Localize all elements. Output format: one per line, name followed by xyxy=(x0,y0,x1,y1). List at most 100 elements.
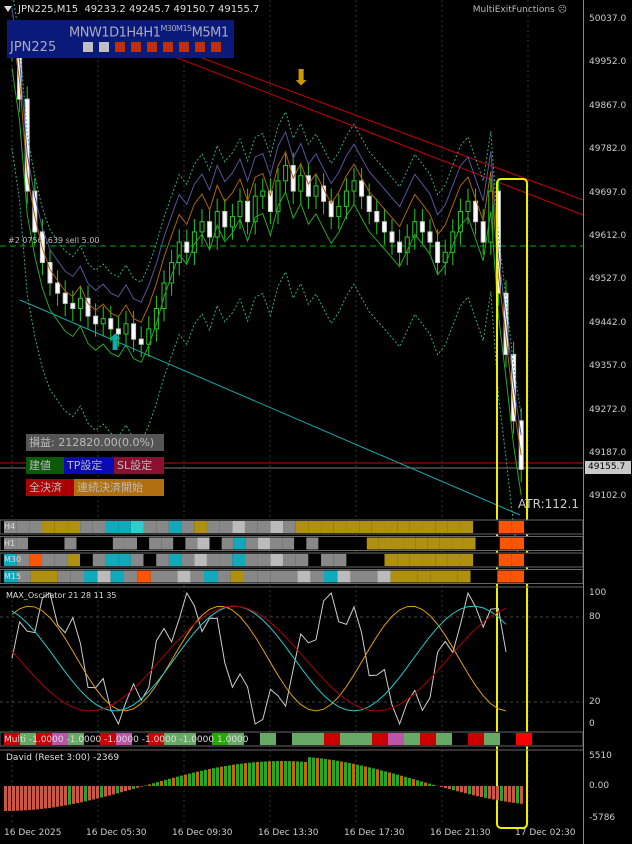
heat-cell xyxy=(80,554,93,566)
heat-cell xyxy=(497,570,511,583)
heat-cell xyxy=(92,521,106,533)
histogram-bar xyxy=(212,768,215,786)
heat-cell xyxy=(270,521,284,533)
continuous-close-button[interactable]: 連続決済開始 xyxy=(74,479,164,496)
heat-cell xyxy=(427,537,440,550)
close-all-button[interactable]: 全決済 xyxy=(26,479,74,496)
multi-cell xyxy=(356,733,372,745)
candle-body xyxy=(465,200,471,212)
heat-cell xyxy=(270,570,284,583)
heat-cell xyxy=(485,521,499,533)
timeframe-panel: JPN225 MNW1D1H4H1M30M15M5M1 xyxy=(7,20,234,58)
heat-cell xyxy=(206,521,220,533)
heat-cell xyxy=(118,554,131,566)
histogram-bar xyxy=(84,786,87,802)
heat-cell xyxy=(206,554,220,566)
heat-cell xyxy=(110,570,124,583)
heat-cell xyxy=(415,537,428,550)
histogram-bar xyxy=(64,786,67,806)
histogram-bar xyxy=(120,786,123,793)
candle-body xyxy=(237,200,243,218)
histogram-bar xyxy=(300,761,303,786)
heat-cell xyxy=(64,537,77,550)
candle-body xyxy=(305,175,311,197)
heat-cell xyxy=(80,521,93,533)
histogram-bar xyxy=(276,761,279,786)
time-label: 16 Dec 05:30 xyxy=(86,828,147,838)
heat-cell xyxy=(168,521,182,533)
heat-cell xyxy=(430,570,444,583)
histogram-bar xyxy=(104,786,107,797)
heat-cell xyxy=(105,554,119,566)
candle-body xyxy=(93,315,99,325)
heat-cell xyxy=(470,570,484,583)
heat-cell xyxy=(137,537,150,550)
heat-cell xyxy=(333,521,347,533)
histogram-bar xyxy=(124,786,127,792)
histogram-bar xyxy=(216,767,219,786)
histogram-bar xyxy=(344,762,347,786)
heat-cell xyxy=(244,521,258,533)
entry-button[interactable]: 建値 xyxy=(26,457,64,474)
heat-cell xyxy=(173,537,186,550)
heat-cell xyxy=(295,521,309,533)
heat-cell xyxy=(295,554,309,566)
candle-body xyxy=(427,231,433,243)
histogram-bar xyxy=(252,762,255,786)
heat-cell xyxy=(435,554,448,566)
histogram-bar xyxy=(280,761,283,786)
time-label: 16 Dec 2025 xyxy=(4,828,62,838)
heat-cell xyxy=(88,537,101,550)
candle-body xyxy=(389,231,395,243)
tf-state-square xyxy=(99,42,109,52)
histogram-bar xyxy=(208,769,211,786)
heat-cell xyxy=(194,521,207,533)
histogram-bar xyxy=(372,768,375,786)
heat-cell xyxy=(473,521,486,533)
chart-canvas[interactable]: ⬇⬆ xyxy=(0,0,583,844)
histogram-bar xyxy=(392,773,395,786)
multi-cell xyxy=(308,733,324,745)
histogram-bar xyxy=(196,771,199,786)
histogram-bar xyxy=(172,777,175,786)
histogram-bar xyxy=(484,786,487,798)
multi-cell xyxy=(484,733,500,745)
david-level: 0.00 xyxy=(589,781,610,791)
heat-cell xyxy=(185,537,198,550)
heat-cell xyxy=(330,537,343,550)
histogram-bar xyxy=(148,784,151,786)
candle-body xyxy=(313,185,319,197)
oscillator-line xyxy=(11,591,507,726)
histogram-bar xyxy=(164,779,167,786)
histogram-bar xyxy=(448,786,451,790)
heat-cell xyxy=(232,521,245,533)
heat-cell xyxy=(422,554,436,566)
histogram-bar xyxy=(304,761,307,786)
tp-button[interactable]: TP設定 xyxy=(64,457,114,474)
sl-button[interactable]: SL設定 xyxy=(114,457,164,474)
histogram-bar xyxy=(32,786,35,810)
histogram-bar xyxy=(472,786,475,796)
time-label: 17 Dec 02:30 xyxy=(515,828,576,838)
histogram-bar xyxy=(56,786,59,807)
david-level: 5510 xyxy=(589,751,612,761)
heat-row-label: M15 xyxy=(4,571,22,581)
heat-cell xyxy=(84,570,98,583)
heat-cell xyxy=(333,554,347,566)
candle-body xyxy=(77,297,83,310)
price-axis[interactable]: 50037.0 49952.0 49867.0 49782.0 49697.0 49612… xyxy=(583,0,632,844)
chart-menu-icon[interactable] xyxy=(4,6,12,12)
heat-cell xyxy=(270,537,283,550)
heat-cell xyxy=(378,537,391,550)
osc-level: 0 xyxy=(589,719,595,729)
histogram-bar xyxy=(400,775,403,786)
david-level: -5786 xyxy=(589,813,616,823)
heat-cell xyxy=(219,521,233,533)
histogram-bar xyxy=(72,786,75,804)
osc-level: 100 xyxy=(589,588,607,598)
heat-cell xyxy=(156,554,169,566)
histogram-bar xyxy=(36,786,39,810)
histogram-bar xyxy=(464,786,467,794)
heat-cell xyxy=(124,537,138,550)
heat-cell xyxy=(209,537,222,550)
